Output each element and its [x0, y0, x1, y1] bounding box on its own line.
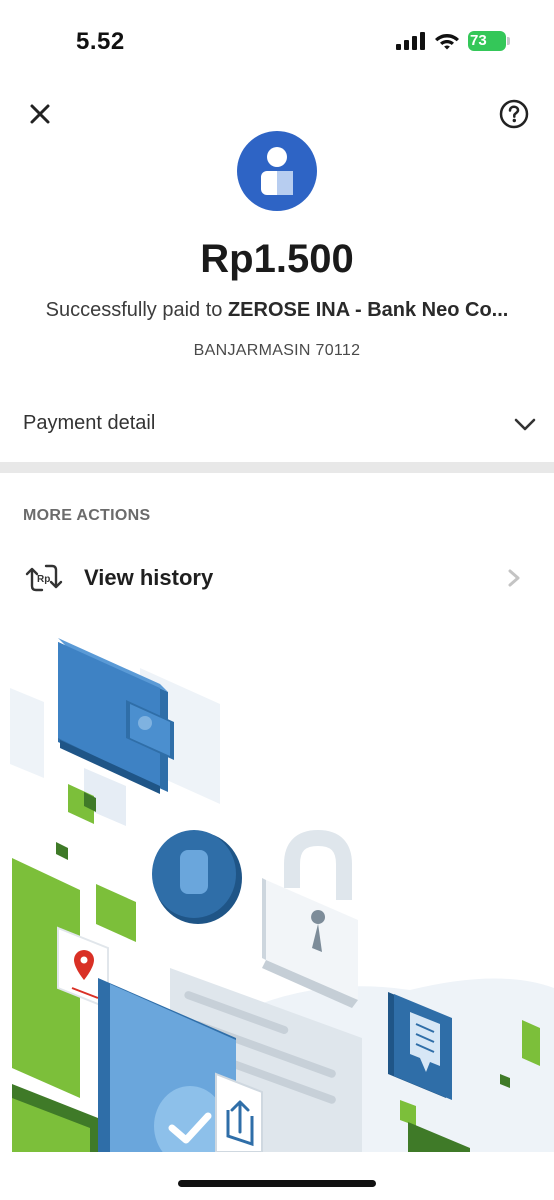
view-history-button[interactable]: Rp View history — [0, 552, 554, 604]
status-bar: 5.52 73 — [0, 0, 554, 84]
wifi-icon — [435, 34, 459, 50]
svg-text:Rp: Rp — [37, 574, 50, 585]
section-divider — [0, 462, 554, 473]
rupiah-history-icon: Rp — [25, 564, 63, 592]
coin-icon — [152, 830, 242, 924]
home-indicator[interactable] — [178, 1180, 376, 1187]
cellular-signal-icon — [396, 32, 425, 50]
battery-level: 73 — [470, 32, 487, 49]
close-button[interactable] — [24, 98, 56, 130]
avatar — [237, 131, 317, 211]
green-tile — [56, 842, 68, 860]
help-circle-icon — [499, 99, 529, 129]
user-icon — [261, 147, 293, 195]
status-time: 5.52 — [76, 28, 125, 55]
payment-detail-label: Payment detail — [23, 412, 156, 434]
battery-body: 73 — [468, 31, 506, 51]
payment-detail-toggle[interactable]: Payment detail — [0, 396, 554, 452]
more-actions-heading: MORE ACTIONS — [23, 507, 151, 524]
security-illustration — [10, 638, 554, 1152]
bg-panel — [10, 688, 44, 778]
battery-charging-icon: 73 — [468, 31, 510, 51]
merchant-name: ZEROSE INA - Bank Neo Co... — [227, 299, 509, 321]
merchant-location: BANJARMASIN 70112 — [193, 342, 361, 359]
chevron-down-icon — [514, 418, 536, 431]
green-tile — [522, 1020, 540, 1066]
green-tile — [96, 884, 136, 942]
paid-prefix: Successfully paid to — [45, 299, 228, 321]
padlock-icon — [262, 829, 358, 1008]
battery-nub — [507, 37, 510, 45]
view-history-label: View history — [84, 565, 214, 590]
paid-to-text: Successfully paid to ZEROSE INA - Bank N… — [0, 299, 554, 322]
close-icon — [30, 104, 50, 124]
payment-amount: Rp1.500 — [200, 237, 354, 281]
chevron-right-icon — [508, 569, 520, 587]
top-bar — [0, 92, 554, 136]
help-button[interactable] — [498, 98, 530, 130]
wallet-icon — [58, 638, 174, 794]
